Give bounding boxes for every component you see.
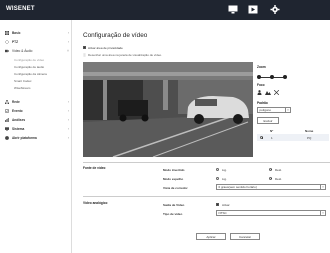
pattern-label: Padrão <box>257 101 268 105</box>
ptz-icon <box>5 39 9 44</box>
corridor-view-value: 0 graus(sem sentido horário) <box>218 185 257 189</box>
monitor-icon[interactable] <box>228 5 238 14</box>
chevron-right-icon: › <box>67 117 69 122</box>
sidebar-item-evento[interactable]: Evento › <box>0 107 72 115</box>
privacy-checkbox[interactable] <box>83 45 87 49</box>
chevron-right-icon: › <box>67 39 69 44</box>
wisenet-logo: WISENET <box>6 6 35 12</box>
video-type-label: Tipo de vídeo <box>163 212 183 216</box>
playback-icon[interactable] <box>248 5 258 14</box>
sidebar: Basic › PTZ › Vídeo & Áudio ˅ Configuraç… <box>0 20 72 253</box>
sidebar-item-label: Análises <box>12 118 26 122</box>
flip-on-radio[interactable] <box>216 167 220 171</box>
flip-mode-label: Modo invertido <box>163 168 185 172</box>
corridor-view-select[interactable]: 0 graus(sem sentido horário) ˅ <box>216 184 326 190</box>
video-source-label: Fonte de vídeo <box>83 166 106 170</box>
privacy-hint: Desenhar uma área na janela de visualiza… <box>88 53 163 57</box>
page-title: Configuração de vídeo <box>83 32 148 39</box>
video-output-checkbox-label: Ativar <box>222 203 230 207</box>
chevron-right-icon: › <box>67 108 69 113</box>
sidebar-item-label: Sistema <box>12 127 25 131</box>
event-icon <box>5 108 9 113</box>
sidebar-subitem-camera-config[interactable]: Configuração da câmera <box>14 72 47 76</box>
row-name: PQ <box>307 136 312 140</box>
video-preview[interactable] <box>83 62 253 157</box>
network-icon <box>5 99 9 104</box>
sidebar-subitem-smart-codec[interactable]: Smart Codec <box>14 79 32 83</box>
sidebar-subitem-video-config[interactable]: Configuração de vídeo <box>14 58 44 62</box>
divider <box>83 196 330 197</box>
pattern-select-value: polígono <box>259 108 272 112</box>
sidebar-item-label: Rede <box>12 100 20 104</box>
sidebar-item-label: Vídeo & Áudio <box>12 49 33 53</box>
chevron-right-icon: › <box>67 30 69 35</box>
flip-off-radio[interactable] <box>269 167 273 171</box>
pattern-select[interactable]: polígono ˅ <box>257 107 291 113</box>
expand-icon[interactable] <box>274 90 279 95</box>
gear-icon[interactable] <box>270 5 280 14</box>
divider <box>83 162 330 163</box>
main-content: Configuração de vídeo Ativar área de pri… <box>73 20 330 253</box>
cancel-button[interactable]: Cancelar <box>230 233 260 240</box>
sidebar-item-video-audio[interactable]: Vídeo & Áudio ˅ <box>0 47 72 55</box>
grid-icon <box>5 30 9 35</box>
system-icon <box>5 126 9 131</box>
platform-icon <box>5 135 9 140</box>
sidebar-item-label: Evento <box>12 109 23 113</box>
chevron-down-icon: ˅ <box>67 48 69 53</box>
zoom-slider[interactable] <box>257 74 287 80</box>
mirror-on-radio[interactable] <box>216 176 220 180</box>
delete-button[interactable]: Excluir <box>257 117 279 124</box>
row-select-radio[interactable] <box>260 135 264 140</box>
mirror-mode-label: Modo espelho <box>163 177 184 181</box>
video-output-label: Saída de Vídeo <box>163 203 185 207</box>
mirror-off-radio[interactable] <box>269 176 273 180</box>
video-icon <box>5 49 9 52</box>
mirror-off-label: Desl. <box>275 177 282 181</box>
sidebar-subitem-wisestream[interactable]: WiseStream <box>14 86 30 90</box>
sidebar-item-basic[interactable]: Basic › <box>0 29 72 37</box>
chevron-right-icon: › <box>67 126 69 131</box>
analytics-icon <box>5 117 9 122</box>
sidebar-item-label: Basic <box>12 31 21 35</box>
flip-off-label: Desl. <box>275 168 282 172</box>
sidebar-item-ptz[interactable]: PTZ › <box>0 38 72 46</box>
table-header-name: Nome <box>305 129 314 133</box>
sidebar-item-label: PTZ <box>12 40 19 44</box>
top-bar: WISENET <box>0 0 330 20</box>
chevron-right-icon: › <box>67 99 69 104</box>
sidebar-item-abrir-plataforma[interactable]: Abrir plataforma › <box>0 134 72 142</box>
sidebar-item-analises[interactable]: Análises › <box>0 116 72 124</box>
zoom-label: Zoom <box>257 65 266 69</box>
analog-video-label: Vídeo analógico <box>83 201 108 205</box>
video-type-value: NTSC <box>218 211 227 215</box>
table-row[interactable]: 1 PQ <box>257 134 329 141</box>
sidebar-subitem-audio-config[interactable]: Configuração de áudio <box>14 65 44 69</box>
apply-button[interactable]: Aplicar <box>196 233 226 240</box>
video-output-checkbox[interactable] <box>216 202 220 206</box>
sidebar-item-sistema[interactable]: Sistema › <box>0 125 72 133</box>
flip-on-label: Lig. <box>222 168 227 172</box>
parking-garage-image <box>83 62 253 157</box>
chevron-down-icon: ˅ <box>320 211 325 216</box>
video-type-select[interactable]: NTSC ˅ <box>216 210 326 216</box>
info-icon: ⓘ <box>83 53 87 57</box>
row-number: 1 <box>271 136 273 140</box>
chevron-right-icon: › <box>67 135 69 140</box>
privacy-checkbox-label: Ativar área de privacidade <box>88 45 123 50</box>
mountain-icon[interactable] <box>265 90 271 95</box>
corridor-view-label: Vista de corredor <box>163 186 188 190</box>
person-icon[interactable] <box>257 90 262 95</box>
sidebar-item-label: Abrir plataforma <box>12 136 37 140</box>
chevron-down-icon: ˅ <box>320 185 325 190</box>
table-header-no: Nº <box>270 129 274 133</box>
sidebar-item-rede[interactable]: Rede › <box>0 98 72 106</box>
focus-label: Foco <box>257 83 265 87</box>
chevron-down-icon: ˅ <box>285 108 290 113</box>
mirror-on-label: Lig. <box>222 177 227 181</box>
